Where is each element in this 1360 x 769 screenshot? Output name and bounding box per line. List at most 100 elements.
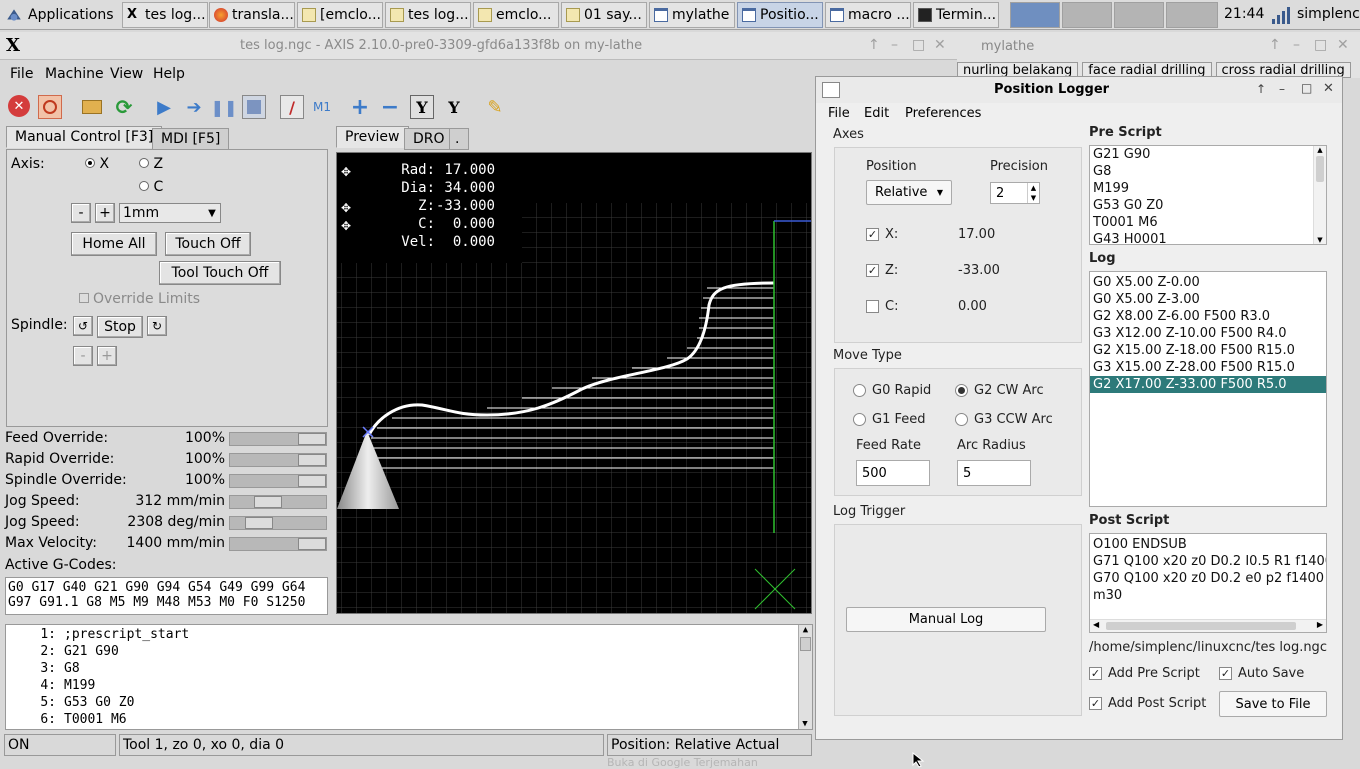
list-item[interactable]: G71 Q100 x20 z0 D0.2 I0.5 R1 f1400 bbox=[1090, 553, 1326, 570]
logger-menu-edit[interactable]: Edit bbox=[864, 106, 889, 121]
list-item[interactable]: G0 X5.00 Z-3.00 bbox=[1090, 291, 1326, 308]
scroll-down-icon[interactable]: ▼ bbox=[799, 719, 811, 729]
optional-stop-icon[interactable]: M1 bbox=[310, 95, 334, 119]
slider-handle[interactable] bbox=[245, 517, 273, 529]
zoom-in-icon[interactable]: + bbox=[348, 95, 372, 120]
scroll-right-icon[interactable]: ▶ bbox=[1317, 620, 1323, 629]
task-position-logger[interactable]: Positio... bbox=[737, 2, 823, 28]
spindle-slower-button[interactable]: - bbox=[73, 346, 93, 366]
task-terminal[interactable]: Termin... bbox=[913, 2, 999, 28]
arc-radius-input[interactable]: 5 bbox=[957, 460, 1031, 486]
scroll-up-icon[interactable]: ▲ bbox=[1314, 146, 1326, 154]
axis-log-checkbox[interactable]: ✓ bbox=[866, 228, 879, 241]
post-script-editor[interactable]: O100 ENDSUB G71 Q100 x20 z0 D0.2 I0.5 R1 … bbox=[1089, 533, 1327, 633]
list-item[interactable]: G2 X15.00 Z-18.00 F500 R15.0 bbox=[1090, 342, 1326, 359]
workspace-1[interactable] bbox=[1010, 2, 1060, 28]
task-mylathe[interactable]: mylathe bbox=[649, 2, 735, 28]
slider-handle[interactable] bbox=[298, 433, 326, 445]
task-tes-log-2[interactable]: tes log... bbox=[385, 2, 471, 28]
task-tes-log-1[interactable]: Xtes log... bbox=[122, 2, 208, 28]
gcode-line[interactable]: 4: M199 bbox=[6, 677, 812, 694]
slider-handle[interactable] bbox=[298, 538, 326, 550]
axis-close-button[interactable]: ✕ bbox=[934, 37, 946, 53]
list-item[interactable]: G3 X12.00 Z-10.00 F500 R4.0 bbox=[1090, 325, 1326, 342]
gcode-line[interactable]: 3: G8 bbox=[6, 660, 812, 677]
list-item[interactable]: G2 X8.00 Z-6.00 F500 R3.0 bbox=[1090, 308, 1326, 325]
list-item[interactable]: G2 X17.00 Z-33.00 F500 R5.0 bbox=[1090, 376, 1326, 393]
logger-maximize-button[interactable]: □ bbox=[1301, 81, 1312, 95]
gcode-line[interactable]: 6: T0001 M6 bbox=[6, 711, 812, 728]
menu-machine[interactable]: Machine bbox=[45, 66, 104, 82]
workspace-3[interactable] bbox=[1114, 2, 1164, 28]
touch-off-button[interactable]: Touch Off bbox=[165, 232, 251, 256]
axis-minimize-button[interactable]: – bbox=[891, 37, 898, 53]
list-item[interactable]: T0001 M6 bbox=[1090, 214, 1326, 231]
tab-mdi[interactable]: MDI [F5] bbox=[152, 128, 230, 150]
task-emclog-1[interactable]: [emclo... bbox=[297, 2, 383, 28]
clear-plot-icon[interactable]: ✎ bbox=[483, 95, 507, 119]
tab-manual-control[interactable]: Manual Control [F3] bbox=[6, 126, 163, 148]
feed-rate-input[interactable]: 500 bbox=[856, 460, 930, 486]
list-item[interactable]: M199 bbox=[1090, 180, 1326, 197]
override-slider[interactable] bbox=[229, 453, 327, 467]
override-slider[interactable] bbox=[229, 474, 327, 488]
user-name[interactable]: simplenc bbox=[1297, 6, 1360, 22]
add-post-script-checkbox[interactable]: ✓ Add Post Script bbox=[1089, 696, 1206, 711]
jog-plus-button[interactable]: + bbox=[95, 203, 115, 223]
override-slider[interactable] bbox=[229, 495, 327, 509]
override-slider[interactable] bbox=[229, 516, 327, 530]
menu-file[interactable]: File bbox=[10, 66, 33, 82]
power-icon[interactable] bbox=[38, 95, 62, 119]
stop-icon[interactable] bbox=[242, 95, 266, 119]
spindle-ccw-icon[interactable]: ↺ bbox=[73, 316, 93, 336]
post-script-hscrollbar[interactable]: ◀ ▶ bbox=[1090, 619, 1326, 632]
list-item[interactable]: G3 X15.00 Z-28.00 F500 R15.0 bbox=[1090, 359, 1326, 376]
spin-arrows-icon[interactable]: ▲ ▼ bbox=[1027, 183, 1039, 203]
axis-log-checkbox[interactable]: ✓ bbox=[866, 264, 879, 277]
menu-view[interactable]: View bbox=[110, 66, 143, 82]
save-to-file-button[interactable]: Save to File bbox=[1219, 691, 1327, 717]
mylathe-minimize-button[interactable]: – bbox=[1293, 37, 1300, 53]
block-delete-icon[interactable]: / bbox=[280, 95, 304, 119]
logger-close-button[interactable]: ✕ bbox=[1323, 81, 1334, 96]
task-01-say[interactable]: 01 say... bbox=[561, 2, 647, 28]
tool-touch-off-button[interactable]: Tool Touch Off bbox=[159, 261, 281, 285]
slider-handle[interactable] bbox=[254, 496, 282, 508]
manual-log-button[interactable]: Manual Log bbox=[846, 607, 1046, 632]
list-item[interactable]: m30 bbox=[1090, 587, 1326, 604]
log-list[interactable]: G0 X5.00 Z-0.00 G0 X5.00 Z-3.00 G2 X8.00 Z… bbox=[1089, 271, 1327, 507]
override-slider[interactable] bbox=[229, 537, 327, 551]
list-item[interactable]: G70 Q100 x20 z0 D0.2 e0 p2 f1400 bbox=[1090, 570, 1326, 587]
logger-pin-button[interactable]: ↑ bbox=[1256, 82, 1266, 96]
task-translate[interactable]: transla... bbox=[209, 2, 295, 28]
axis-radio-x[interactable]: X bbox=[85, 156, 109, 172]
scroll-down-icon[interactable]: ▼ bbox=[1314, 236, 1326, 244]
scroll-left-icon[interactable]: ◀ bbox=[1093, 620, 1099, 629]
move-g3-radio[interactable]: G3 CCW Arc bbox=[955, 412, 1053, 427]
home-all-button[interactable]: Home All bbox=[71, 232, 157, 256]
list-item[interactable]: G0 X5.00 Z-0.00 bbox=[1090, 274, 1326, 291]
view-y2-icon[interactable]: Y bbox=[442, 95, 466, 119]
logger-minimize-button[interactable]: – bbox=[1279, 82, 1285, 96]
run-icon[interactable]: ▶ bbox=[152, 95, 176, 119]
auto-save-checkbox[interactable]: ✓ Auto Save bbox=[1219, 666, 1304, 681]
mylathe-close-button[interactable]: ✕ bbox=[1337, 37, 1349, 53]
gcode-line[interactable]: 5: G53 G0 Z0 bbox=[6, 694, 812, 711]
axis-maximize-button[interactable]: □ bbox=[912, 37, 925, 53]
move-g0-radio[interactable]: G0 Rapid bbox=[853, 383, 931, 398]
estop-icon[interactable]: ✕ bbox=[8, 95, 30, 117]
add-pre-script-checkbox[interactable]: ✓ Add Pre Script bbox=[1089, 666, 1200, 681]
tab-extra[interactable]: . bbox=[449, 128, 469, 150]
position-mode-select[interactable]: Relative ▼ bbox=[866, 180, 952, 205]
list-item[interactable]: G53 G0 Z0 bbox=[1090, 197, 1326, 214]
mylathe-maximize-button[interactable]: □ bbox=[1314, 37, 1327, 53]
override-limits-checkbox[interactable]: Override Limits bbox=[79, 291, 200, 307]
list-item[interactable]: G43 H0001 bbox=[1090, 231, 1326, 244]
slider-handle[interactable] bbox=[298, 454, 326, 466]
axis-radio-z[interactable]: Z bbox=[139, 156, 163, 172]
slider-handle[interactable] bbox=[298, 475, 326, 487]
axis-pin-button[interactable]: ↑ bbox=[868, 37, 880, 53]
applications-menu[interactable]: Applications bbox=[4, 2, 114, 28]
spindle-stop-button[interactable]: Stop bbox=[97, 316, 143, 338]
list-item[interactable]: G21 G90 bbox=[1090, 146, 1326, 163]
